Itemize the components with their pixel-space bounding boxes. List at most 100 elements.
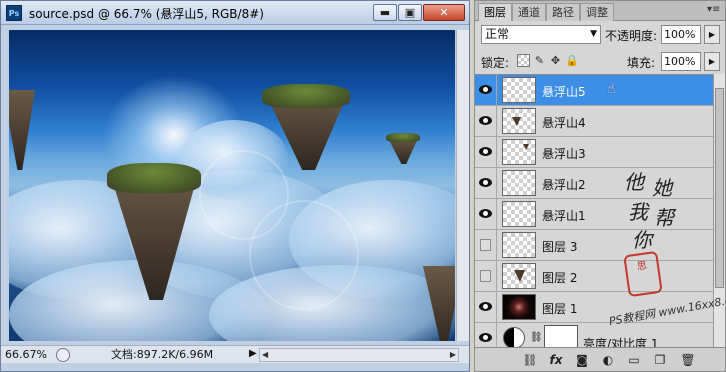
opacity-slider-toggle[interactable]: ▶ <box>704 25 720 44</box>
scrollbar-thumb[interactable] <box>715 88 724 288</box>
photoshop-app-icon: Ps <box>6 5 22 21</box>
layer-name[interactable]: 悬浮山4 <box>542 114 586 131</box>
image-canvas[interactable] <box>9 30 455 341</box>
add-mask-icon[interactable]: ◙ <box>573 352 591 368</box>
eye-icon <box>479 178 492 187</box>
floating-rock-small-moss <box>386 133 420 142</box>
visibility-toggle[interactable] <box>475 323 497 347</box>
layer-row-floating-mountain-3[interactable]: 悬浮山3 <box>475 137 713 168</box>
panel-tab-bar: 图层 通道 路径 调整 ▾≡ <box>475 1 725 21</box>
visibility-toggle[interactable] <box>475 137 497 168</box>
hidden-visibility-box <box>480 239 491 251</box>
visibility-toggle[interactable] <box>475 106 497 137</box>
layer-name[interactable]: 悬浮山3 <box>542 145 586 162</box>
eye-icon <box>479 147 492 156</box>
status-menu-arrow-icon[interactable]: ▶ <box>249 348 257 359</box>
maximize-button[interactable]: ▣ <box>398 4 422 21</box>
lens-flare-thumb-icon <box>503 295 535 319</box>
navigator-icon[interactable] <box>56 348 70 362</box>
layer-thumbnail <box>502 201 536 227</box>
visibility-toggle[interactable] <box>475 230 497 261</box>
layer-thumbnail <box>502 232 536 258</box>
layer-row-floating-mountain-2[interactable]: 悬浮山2 <box>475 168 713 199</box>
layer-row-layer-2[interactable]: 图层 2 <box>475 261 713 292</box>
visibility-toggle[interactable] <box>475 168 497 199</box>
eye-icon <box>479 85 492 94</box>
lock-position-icon[interactable]: ✥ <box>549 54 562 67</box>
layers-panel-footer: ⛓ fx ◙ ◐ ▭ ❐ 🗑 <box>475 347 725 371</box>
tab-layers[interactable]: 图层 <box>478 3 512 21</box>
eye-icon <box>479 302 492 311</box>
layer-name[interactable]: 悬浮山5 <box>542 83 586 100</box>
layer-name[interactable]: 悬浮山2 <box>542 176 586 193</box>
layer-name[interactable]: 图层 3 <box>542 238 577 255</box>
visibility-toggle[interactable] <box>475 199 497 230</box>
layer-thumbnail <box>502 294 536 320</box>
vertical-scrollbar[interactable] <box>456 30 469 341</box>
fill-slider-toggle[interactable]: ▶ <box>704 52 720 71</box>
floating-rock-top-moss <box>262 84 350 108</box>
layer-list-scrollbar[interactable] <box>713 74 725 347</box>
scroll-left-arrow-icon[interactable]: ◀ <box>262 350 268 359</box>
scroll-right-arrow-icon[interactable]: ▶ <box>450 350 456 359</box>
rock-thumb-icon <box>512 117 521 126</box>
document-statusbar: 66.67% 文档:897.2K/6.96M ▶ ◀ ▶ <box>1 345 469 363</box>
layers-panel: 图层 通道 路径 调整 ▾≡ 正常 ▼ 不透明度: 100% ▶ 锁定: ✎ ✥… <box>474 0 726 372</box>
blend-mode-value: 正常 <box>485 27 510 41</box>
layer-row-floating-mountain-4[interactable]: 悬浮山4 <box>475 106 713 137</box>
link-layers-icon[interactable]: ⛓ <box>521 352 539 368</box>
eye-icon <box>479 333 492 342</box>
visibility-toggle[interactable] <box>475 292 497 323</box>
tab-paths[interactable]: 路径 <box>546 3 580 21</box>
layer-name[interactable]: 悬浮山1 <box>542 207 586 224</box>
layer-row-floating-mountain-5[interactable]: 悬浮山5 ☝ <box>475 75 713 106</box>
layer-thumbnail <box>502 170 536 196</box>
document-size-info: 文档:897.2K/6.96M <box>111 348 214 361</box>
document-titlebar[interactable]: Ps source.psd @ 66.7% (悬浮山5, RGB/8#) ▬ ▣… <box>1 1 469 25</box>
lock-all-icon[interactable]: 🔒 <box>565 54 579 67</box>
layer-thumbnail <box>502 108 536 134</box>
lens-flare-ring <box>249 200 359 310</box>
blend-mode-select[interactable]: 正常 ▼ <box>481 25 601 44</box>
floating-rock-large-moss <box>107 163 201 193</box>
minimize-button[interactable]: ▬ <box>373 4 397 21</box>
layer-name[interactable]: 图层 2 <box>542 269 577 286</box>
layer-row-layer-3[interactable]: 图层 3 <box>475 230 713 261</box>
fx-icon[interactable]: fx <box>547 352 565 368</box>
layer-row-brightness-contrast-1[interactable]: ⛓ 亮度/对比度 1 <box>475 323 713 347</box>
visibility-toggle[interactable] <box>475 75 497 106</box>
chain-link-icon[interactable]: ⛓ <box>530 332 543 343</box>
brightness-contrast-icon <box>503 327 525 347</box>
rock-thumb-icon <box>523 144 529 150</box>
chevron-down-icon: ▼ <box>590 29 597 39</box>
horizontal-scrollbar[interactable]: ◀ ▶ <box>259 348 459 362</box>
new-group-icon[interactable]: ▭ <box>625 352 643 368</box>
adjustment-layer-icon[interactable]: ◐ <box>599 352 617 368</box>
layer-thumbnail <box>502 263 536 289</box>
zoom-level-field[interactable]: 66.67% <box>5 348 51 362</box>
tab-channels[interactable]: 通道 <box>512 3 546 21</box>
opacity-input[interactable]: 100% <box>661 25 701 44</box>
layer-list: 悬浮山5 ☝ 悬浮山4 悬浮山3 悬浮山2 悬浮山1 图层 3 图层 2 图层 … <box>475 74 713 347</box>
eye-icon <box>479 116 492 125</box>
fill-label: 填充: <box>627 56 656 70</box>
layer-thumbnail <box>502 139 536 165</box>
close-button[interactable]: ✕ <box>423 4 465 21</box>
tab-adjustments[interactable]: 调整 <box>580 3 614 21</box>
floating-rock-left <box>9 90 35 170</box>
layer-name[interactable]: 图层 1 <box>542 300 577 317</box>
layer-thumbnail <box>502 77 536 103</box>
lock-transparency-icon[interactable] <box>517 54 530 67</box>
panel-menu-icon[interactable]: ▾≡ <box>707 4 720 15</box>
new-layer-icon[interactable]: ❐ <box>651 352 669 368</box>
delete-layer-icon[interactable]: 🗑 <box>679 352 697 368</box>
lock-pixels-icon[interactable]: ✎ <box>533 54 546 67</box>
visibility-toggle[interactable] <box>475 261 497 292</box>
fill-input[interactable]: 100% <box>661 52 701 71</box>
hidden-visibility-box <box>480 270 491 282</box>
layer-mask-thumbnail[interactable] <box>544 325 578 347</box>
layer-row-layer-1[interactable]: 图层 1 <box>475 292 713 323</box>
layer-name[interactable]: 亮度/对比度 1 <box>583 335 659 347</box>
rock-thumb-icon <box>514 270 525 282</box>
layer-row-floating-mountain-1[interactable]: 悬浮山1 <box>475 199 713 230</box>
